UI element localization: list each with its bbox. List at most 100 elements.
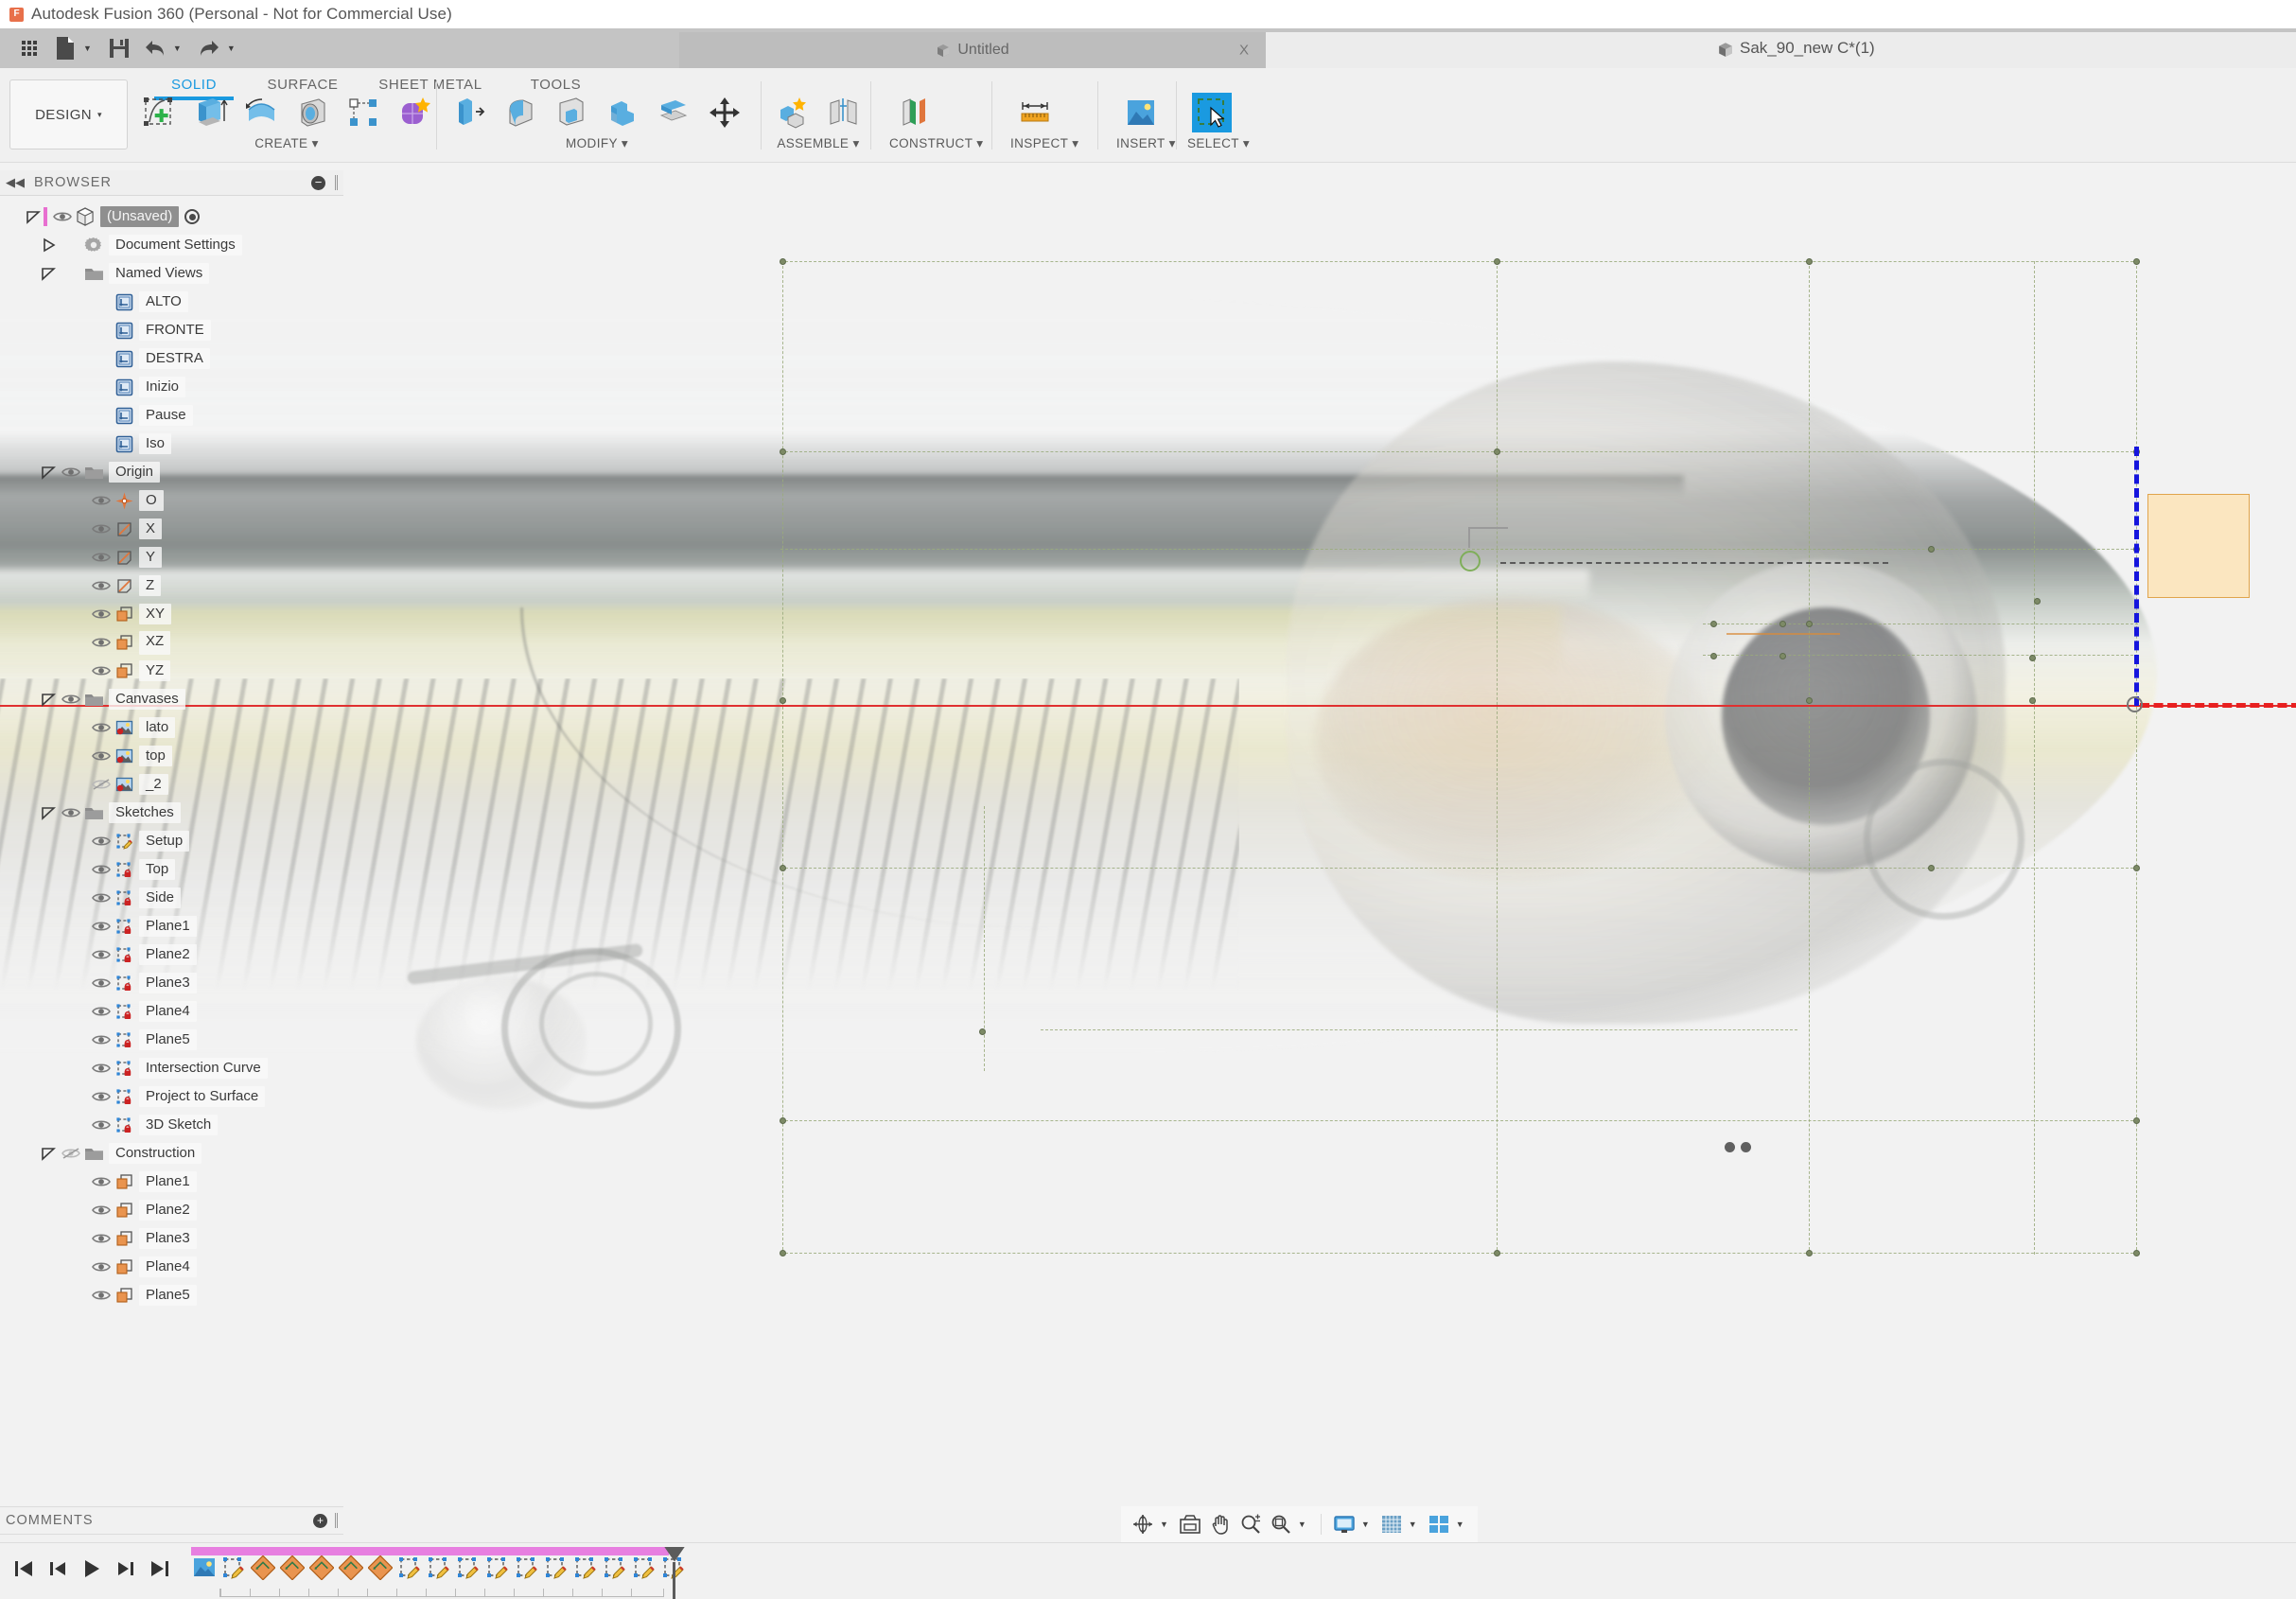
browser-item-iso[interactable]: Iso [0,430,343,458]
panel-assemble-label[interactable]: ASSEMBLE ▾ [768,136,868,151]
eye-visible-icon[interactable] [89,976,113,990]
browser-item-intersection-curve[interactable]: Intersection Curve [0,1054,343,1082]
revolve-button[interactable] [237,91,286,132]
display-settings-button[interactable] [1330,1510,1358,1538]
eye-visible-icon[interactable] [89,835,113,848]
browser-item-plane2[interactable]: Plane2 [0,940,343,969]
sketch-point[interactable] [1806,1250,1813,1256]
plus-circle-icon[interactable]: + [313,1513,327,1528]
eye-visible-icon[interactable] [89,1118,113,1132]
browser-item-lato[interactable]: lato [0,713,343,742]
sketch-point[interactable] [1494,258,1500,265]
browser-item-top[interactable]: top [0,742,343,770]
browser-item-side[interactable]: Side [0,884,343,912]
browser-item-plane5[interactable]: Plane5 [0,1281,343,1309]
eye-visible-icon[interactable] [89,920,113,933]
timeline-feature-sketch[interactable] [543,1557,570,1584]
viewports-button[interactable] [1425,1510,1453,1538]
redo-button[interactable] [193,32,225,64]
browser-item-3d-sketch[interactable]: 3D Sketch [0,1111,343,1139]
timeline-feature-sketch[interactable] [396,1557,423,1584]
eye-visible-icon[interactable] [89,1232,113,1245]
eye-visible-icon[interactable] [89,636,113,649]
eye-hidden-icon[interactable] [89,778,113,791]
browser-item-setup[interactable]: Setup [0,827,343,855]
new-file-caret-icon[interactable]: ▼ [83,44,92,53]
browser-item-plane5[interactable]: Plane5 [0,1026,343,1054]
eye-visible-icon[interactable] [89,607,113,621]
zoom-button[interactable] [1236,1510,1265,1538]
timeline-feature-sketch[interactable] [455,1557,482,1584]
panel-inspect-label[interactable]: INSPECT ▾ [1010,136,1078,151]
panel-create-label[interactable]: CREATE ▾ [134,136,439,151]
grid-snaps-button[interactable] [1377,1510,1406,1538]
sketch-point[interactable] [1494,1250,1500,1256]
undo-button[interactable] [139,32,171,64]
eye-visible-icon[interactable] [89,1062,113,1075]
eye-visible-icon[interactable] [89,863,113,876]
timeline-feature-sketch[interactable] [514,1557,540,1584]
timeline-play-button[interactable] [81,1558,102,1584]
offset-plane-button[interactable] [889,91,938,132]
timeline-feature-plane[interactable] [338,1555,364,1584]
timeline-feature-sketch[interactable] [572,1557,599,1584]
browser-item-construction[interactable]: Construction [0,1139,343,1168]
eye-visible-icon[interactable] [89,749,113,763]
browser-item-plane3[interactable]: Plane3 [0,969,343,997]
look-at-button[interactable] [1176,1510,1204,1538]
timeline-feature-plane[interactable] [308,1555,335,1584]
grid-snaps-caret-icon[interactable]: ▼ [1409,1520,1417,1529]
create-sketch-button[interactable] [134,91,184,132]
eye-visible-icon[interactable] [89,551,113,564]
joint-button[interactable] [819,91,868,132]
timeline-feature-sketch[interactable] [484,1557,511,1584]
fit-button[interactable] [1267,1510,1295,1538]
browser-item-plane1[interactable]: Plane1 [0,912,343,940]
shell-button[interactable] [547,91,596,132]
eye-visible-icon[interactable] [89,1260,113,1274]
fillet-button[interactable] [496,91,545,132]
eye-visible-icon[interactable] [89,891,113,905]
browser-item-plane4[interactable]: Plane4 [0,1253,343,1281]
browser-item-xy[interactable]: XY [0,600,343,628]
sketch-point[interactable] [1806,258,1813,265]
timeline-step-back-button[interactable] [47,1558,68,1584]
timeline-feature-plane[interactable] [250,1555,276,1584]
timeline-feature-plane[interactable] [367,1555,394,1584]
fit-caret-icon[interactable]: ▼ [1298,1520,1306,1529]
browser-item-yz[interactable]: YZ [0,657,343,685]
activate-component-radio[interactable] [184,209,201,224]
sketch-point[interactable] [1725,1142,1735,1152]
eye-visible-icon[interactable] [89,948,113,961]
sweep-button[interactable] [288,91,337,132]
browser-item-named-views[interactable]: Named Views [0,259,343,288]
workspace-switcher-button[interactable]: DESIGN ▾ [9,79,128,149]
browser-item-pause[interactable]: Pause [0,401,343,430]
eye-visible-icon[interactable] [59,466,82,479]
eye-visible-icon[interactable] [89,522,113,536]
browser-item-plane3[interactable]: Plane3 [0,1224,343,1253]
eye-visible-icon[interactable] [89,1204,113,1217]
display-settings-caret-icon[interactable]: ▼ [1361,1520,1370,1529]
eye-visible-icon[interactable] [89,1090,113,1103]
eye-visible-icon[interactable] [89,721,113,734]
panel-construct-label[interactable]: CONSTRUCT ▾ [889,136,983,151]
expander-down-icon[interactable] [38,266,59,281]
collapse-left-icon[interactable]: ◀◀ [6,175,25,190]
browser-item-canvases[interactable]: Canvases [0,685,343,713]
app-grid-button[interactable] [13,32,45,64]
sketch-point[interactable] [2133,258,2140,265]
expander-down-icon[interactable] [38,692,59,707]
browser-item-top[interactable]: Top [0,855,343,884]
browser-item-x[interactable]: X [0,515,343,543]
browser-item-sketches[interactable]: Sketches [0,799,343,827]
combine-button[interactable] [598,91,647,132]
pan-button[interactable] [1206,1510,1235,1538]
expander-down-icon[interactable] [38,805,59,820]
timeline-feature-plane[interactable] [279,1555,306,1584]
offset-face-button[interactable] [649,91,698,132]
eye-visible-icon[interactable] [59,806,82,819]
eye-visible-icon[interactable] [50,210,74,223]
browser-item-z[interactable]: Z [0,571,343,600]
eye-visible-icon[interactable] [59,693,82,706]
